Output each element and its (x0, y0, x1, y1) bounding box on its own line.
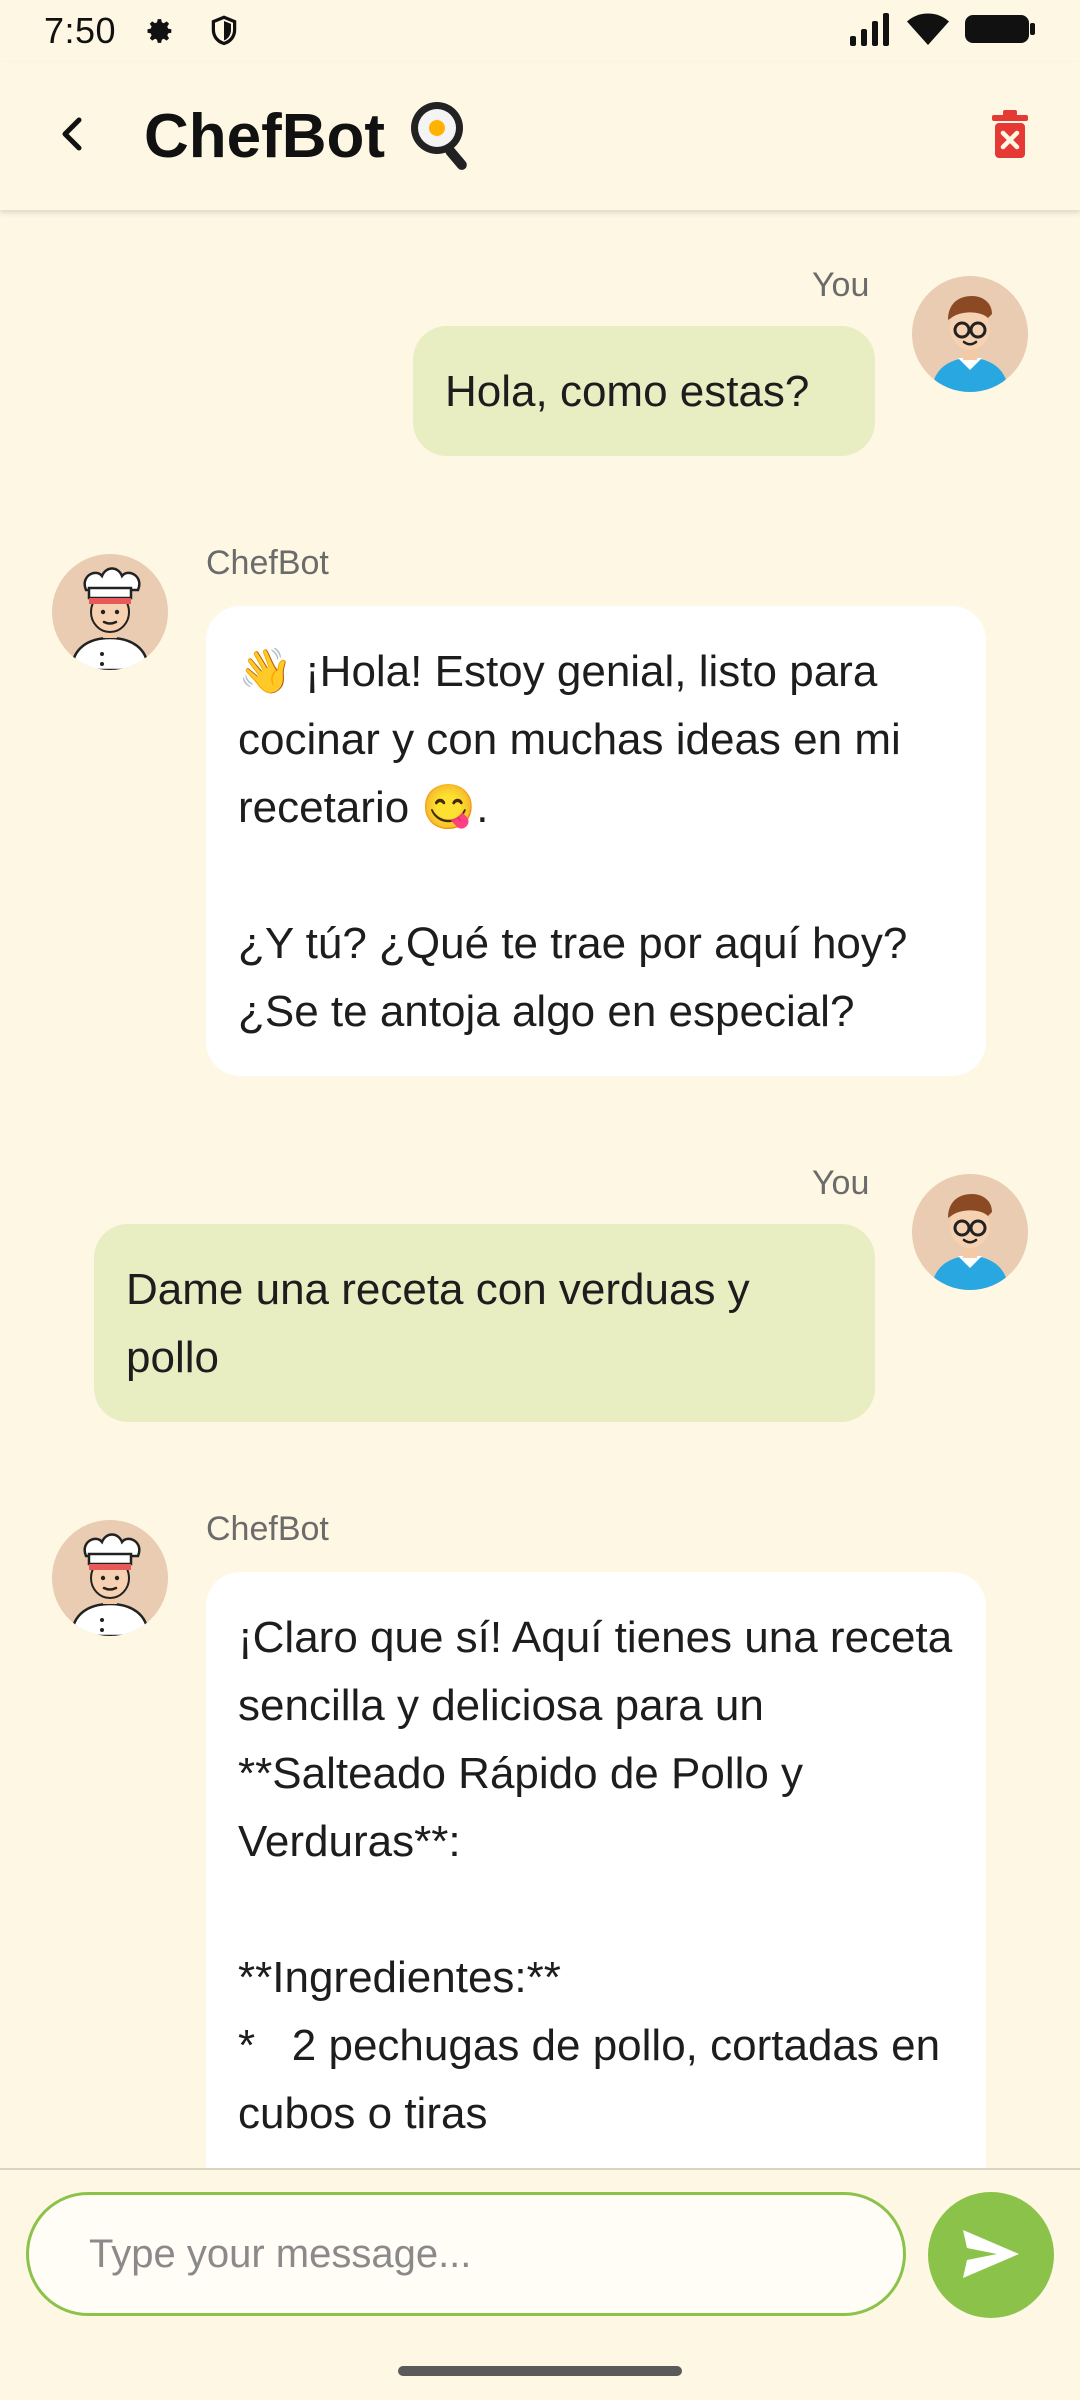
back-arrow-icon (57, 114, 87, 159)
send-icon (961, 2228, 1021, 2283)
user-avatar (912, 1174, 1028, 1290)
delete-chat-button[interactable] (980, 104, 1040, 168)
message-input[interactable] (26, 2192, 906, 2316)
gear-icon (140, 11, 180, 51)
sender-label: ChefBot (206, 1510, 329, 1548)
sender-label: You (812, 1164, 870, 1202)
user-avatar (912, 276, 1028, 392)
chat-screen: 7:50 ChefBot You Hola, como estas? ChefB… (0, 0, 1080, 2400)
message-list[interactable]: You Hola, como estas? ChefBot 👋 ¡Hola! E… (0, 210, 1080, 2168)
signal-icon (848, 12, 892, 51)
sender-label: ChefBot (206, 544, 329, 582)
magnifying-glass-frying-pan-icon (407, 100, 471, 172)
battery-icon (964, 12, 1036, 51)
user-message-bubble: Dame una receta con verduas y pollo (94, 1224, 875, 1422)
user-message-bubble: Hola, como estas? (413, 326, 875, 456)
bot-message-bubble: ¡Claro que sí! Aquí tienes una receta se… (206, 1572, 986, 2168)
composer (0, 2168, 1080, 2400)
trash-icon (990, 109, 1030, 164)
status-right (848, 12, 1036, 51)
app-bar: ChefBot (0, 62, 1080, 210)
home-indicator (398, 2366, 682, 2376)
chefbot-avatar (52, 554, 168, 670)
send-button[interactable] (928, 2192, 1054, 2318)
shield-icon (204, 11, 244, 51)
status-time: 7:50 (44, 10, 117, 51)
page-title: ChefBot (144, 101, 386, 171)
sender-label: You (812, 266, 870, 304)
wifi-icon (906, 12, 950, 51)
bot-message-bubble: 👋 ¡Hola! Estoy genial, listo para cocina… (206, 606, 986, 1076)
chefbot-avatar (52, 1520, 168, 1636)
status-bar: 7:50 (0, 0, 1080, 62)
back-button[interactable] (42, 106, 102, 166)
